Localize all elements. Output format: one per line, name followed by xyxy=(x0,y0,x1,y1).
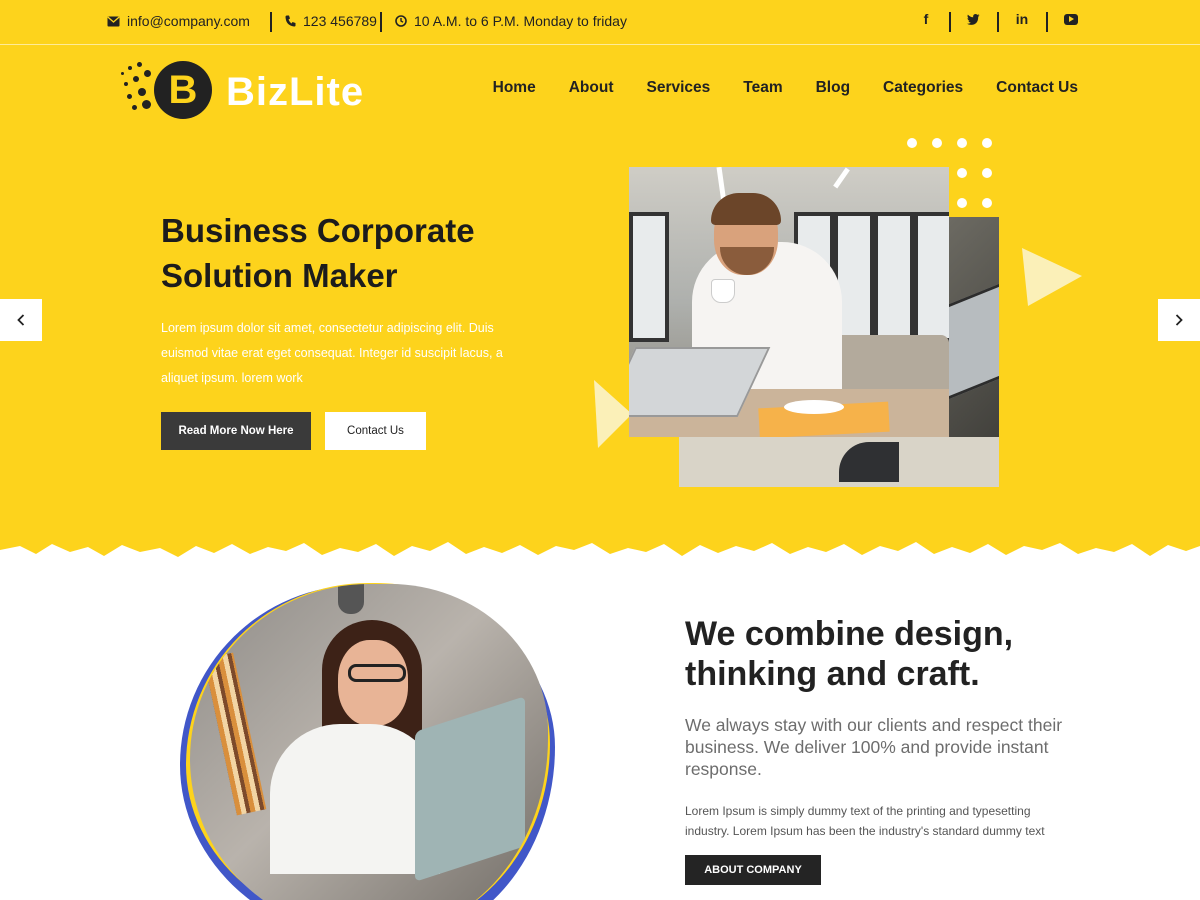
divider xyxy=(270,12,272,32)
logo-dot xyxy=(127,94,132,99)
divider xyxy=(949,12,951,32)
divider xyxy=(380,12,382,32)
phone-icon xyxy=(285,15,296,27)
nav-blog[interactable]: Blog xyxy=(816,79,850,97)
logo-text: BizLite xyxy=(226,70,365,114)
hours-info: 10 A.M. to 6 P.M. Monday to friday xyxy=(395,13,627,29)
phone-info[interactable]: 123 456789 xyxy=(285,13,377,29)
logo-dot xyxy=(144,70,151,77)
chevron-left-icon xyxy=(17,314,25,326)
hours-text: 10 A.M. to 6 P.M. Monday to friday xyxy=(414,13,627,29)
phone-text: 123 456789 xyxy=(303,13,377,29)
window-shape xyxy=(874,212,914,342)
torn-edge-divider xyxy=(0,542,1200,582)
nav-home[interactable]: Home xyxy=(493,79,536,97)
window-shape xyxy=(629,212,669,342)
logo-dot xyxy=(124,82,128,86)
facebook-icon[interactable]: f xyxy=(915,11,937,27)
envelope-icon xyxy=(107,16,120,26)
email-info[interactable]: info@company.com xyxy=(107,13,250,29)
man-hair-shape xyxy=(711,193,781,225)
nav-team[interactable]: Team xyxy=(743,79,782,97)
main-nav: Home About Services Team Blog Categories… xyxy=(493,79,1078,97)
decor-triangle xyxy=(594,380,632,448)
email-text: info@company.com xyxy=(127,13,250,29)
slider-next-arrow[interactable] xyxy=(1158,299,1200,341)
logo-dot xyxy=(121,72,124,75)
light-shape xyxy=(833,167,850,189)
nav-categories[interactable]: Categories xyxy=(883,79,963,97)
twitter-icon[interactable] xyxy=(962,11,984,28)
nav-contact-us[interactable]: Contact Us xyxy=(996,79,1078,97)
slider-prev-arrow[interactable] xyxy=(0,299,42,341)
about-company-button[interactable]: ABOUT COMPANY xyxy=(685,855,821,885)
nav-about[interactable]: About xyxy=(569,79,614,97)
woman-face-shape xyxy=(338,640,408,726)
hero-title-line-2: Solution Maker xyxy=(161,257,398,294)
decor-dot xyxy=(982,198,992,208)
logo-dot xyxy=(137,62,142,67)
about-lead: We always stay with our clients and resp… xyxy=(685,715,1063,779)
about-title: We combine design, thinking and craft. xyxy=(685,615,1014,693)
divider xyxy=(1046,12,1048,32)
clock-icon xyxy=(395,15,407,27)
decor-dot xyxy=(932,138,942,148)
laptop-shape xyxy=(944,277,999,402)
linkedin-icon[interactable]: in xyxy=(1011,11,1033,27)
hero-image-front xyxy=(629,167,949,437)
logo-dot xyxy=(132,105,137,110)
logo-dot xyxy=(142,100,151,109)
top-info-bar: info@company.com 123 456789 10 A.M. to 6… xyxy=(0,0,1200,45)
decor-dot xyxy=(907,138,917,148)
decor-dot xyxy=(957,138,967,148)
laptop-shape xyxy=(415,696,525,882)
cup-shape xyxy=(711,279,735,303)
hero-description: Lorem ipsum dolor sit amet, consectetur … xyxy=(161,321,503,385)
glasses-shape xyxy=(348,664,406,682)
logo-dot xyxy=(133,76,139,82)
pencils-shape xyxy=(203,652,267,816)
logo[interactable]: B BizLite xyxy=(118,58,388,124)
read-more-button[interactable]: Read More Now Here xyxy=(161,412,311,450)
hero-title-line-1: Business Corporate xyxy=(161,212,475,249)
divider xyxy=(997,12,999,32)
contact-us-button[interactable]: Contact Us xyxy=(325,412,426,450)
logo-mark: B xyxy=(154,61,212,119)
chevron-right-icon xyxy=(1175,314,1183,326)
decor-triangle xyxy=(1022,248,1082,306)
logo-dot xyxy=(138,88,146,96)
decor-dot xyxy=(982,138,992,148)
window-shape xyxy=(914,212,949,342)
lamp-shape xyxy=(338,584,364,614)
nav-services[interactable]: Services xyxy=(646,79,710,97)
about-body: Lorem Ipsum is simply dummy text of the … xyxy=(685,804,1045,838)
decor-dot xyxy=(957,198,967,208)
plate-shape xyxy=(784,400,844,414)
hero-title: Business Corporate Solution Maker xyxy=(161,208,581,298)
decor-dot xyxy=(982,168,992,178)
youtube-icon[interactable] xyxy=(1060,11,1082,28)
decor-dot xyxy=(957,168,967,178)
logo-dot xyxy=(128,66,132,70)
